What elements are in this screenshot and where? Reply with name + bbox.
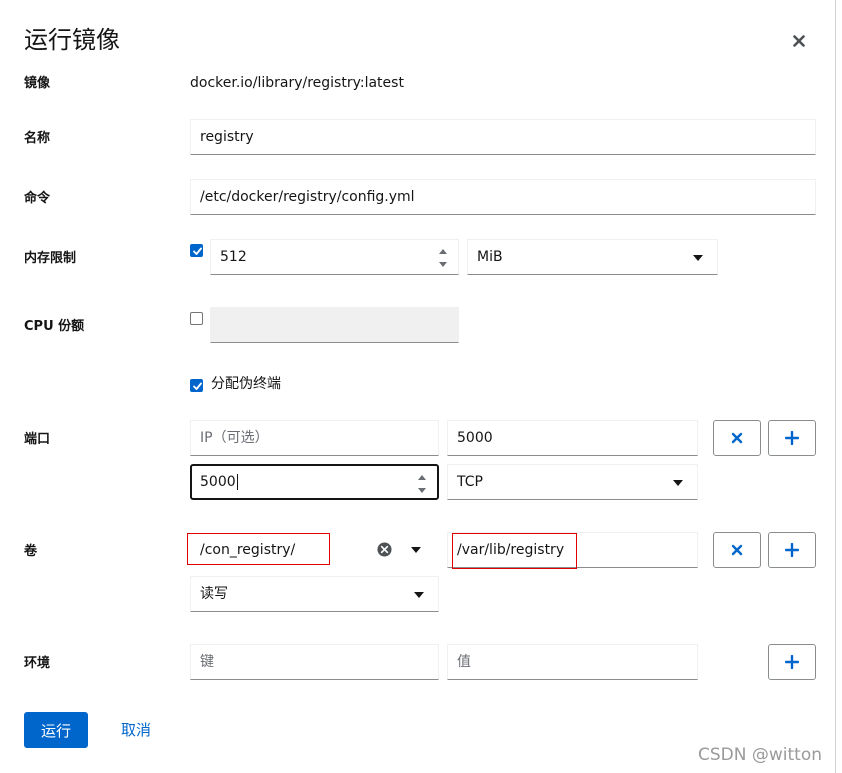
memory-value: 512 <box>220 249 247 265</box>
protocol-select[interactable]: TCP <box>447 464 698 500</box>
run-button[interactable]: 运行 <box>24 712 88 748</box>
clear-circle-icon[interactable] <box>377 542 392 557</box>
image-value: docker.io/library/registry:latest <box>190 75 404 91</box>
host-path-toggle-icon[interactable] <box>411 547 421 553</box>
run-image-dialog: 运行镜像 镜像 docker.io/library/registry:lates… <box>0 0 842 773</box>
memory-unit-value: MiB <box>477 249 503 265</box>
memory-unit-select[interactable]: MiB <box>467 239 718 275</box>
volume-mode-value: 读写 <box>200 586 228 602</box>
spinner-up-icon[interactable] <box>418 475 426 480</box>
command-input[interactable]: /etc/docker/registry/config.yml <box>190 179 816 215</box>
times-icon <box>731 544 743 556</box>
chevron-down-icon <box>693 255 703 261</box>
times-icon <box>731 432 743 444</box>
cpu-checkbox[interactable] <box>190 312 203 325</box>
name-input[interactable]: registry <box>190 119 816 155</box>
cpu-label: CPU 份额 <box>24 319 85 334</box>
plus-icon <box>785 655 799 669</box>
container-path-input[interactable]: /var/lib/registry <box>447 532 698 568</box>
image-label: 镜像 <box>24 76 51 91</box>
tty-checkbox[interactable] <box>190 379 203 392</box>
chevron-down-icon <box>414 592 424 598</box>
env-label: 环境 <box>24 656 51 671</box>
container-port-input[interactable]: 5000 <box>190 464 439 500</box>
dialog-title: 运行镜像 <box>24 26 120 54</box>
tty-label[interactable]: 分配伪终端 <box>211 375 281 393</box>
watermark: CSDN @witton <box>698 745 823 765</box>
container-port-spinner[interactable] <box>417 475 427 493</box>
host-path-input[interactable]: /con_registry/ <box>190 532 439 568</box>
ports-label: 端口 <box>24 432 51 447</box>
host-port-input[interactable]: 5000 <box>447 420 698 456</box>
close-icon <box>793 35 805 47</box>
text-cursor <box>236 474 238 490</box>
env-key-input[interactable]: 键 <box>190 644 439 680</box>
cancel-button[interactable]: 取消 <box>109 712 163 748</box>
plus-icon <box>785 431 799 445</box>
memory-spinner[interactable] <box>438 249 448 267</box>
cpu-input <box>210 307 459 343</box>
remove-port-button[interactable] <box>713 420 761 456</box>
volume-mode-select[interactable]: 读写 <box>190 576 439 612</box>
command-label: 命令 <box>24 191 51 206</box>
spinner-up-icon[interactable] <box>439 249 447 254</box>
add-port-button[interactable] <box>768 420 816 456</box>
protocol-value: TCP <box>457 474 483 490</box>
name-label: 名称 <box>24 131 51 146</box>
dialog-border <box>835 0 836 773</box>
container-port-value: 5000 <box>200 474 236 490</box>
spinner-down-icon[interactable] <box>439 262 447 267</box>
volumes-label: 卷 <box>24 544 38 559</box>
spinner-down-icon[interactable] <box>418 488 426 493</box>
close-button[interactable] <box>788 30 810 52</box>
checkmark-icon <box>193 247 202 255</box>
chevron-down-icon <box>673 480 683 486</box>
port-ip-input[interactable]: IP（可选） <box>190 420 439 456</box>
remove-volume-button[interactable] <box>713 532 761 568</box>
memory-checkbox[interactable] <box>190 244 203 257</box>
add-volume-button[interactable] <box>768 532 816 568</box>
memory-label: 内存限制 <box>24 251 77 266</box>
checkmark-icon <box>193 382 202 390</box>
add-env-button[interactable] <box>768 644 816 680</box>
memory-input[interactable]: 512 <box>210 239 459 275</box>
env-value-input[interactable]: 值 <box>447 644 698 680</box>
plus-icon <box>785 543 799 557</box>
